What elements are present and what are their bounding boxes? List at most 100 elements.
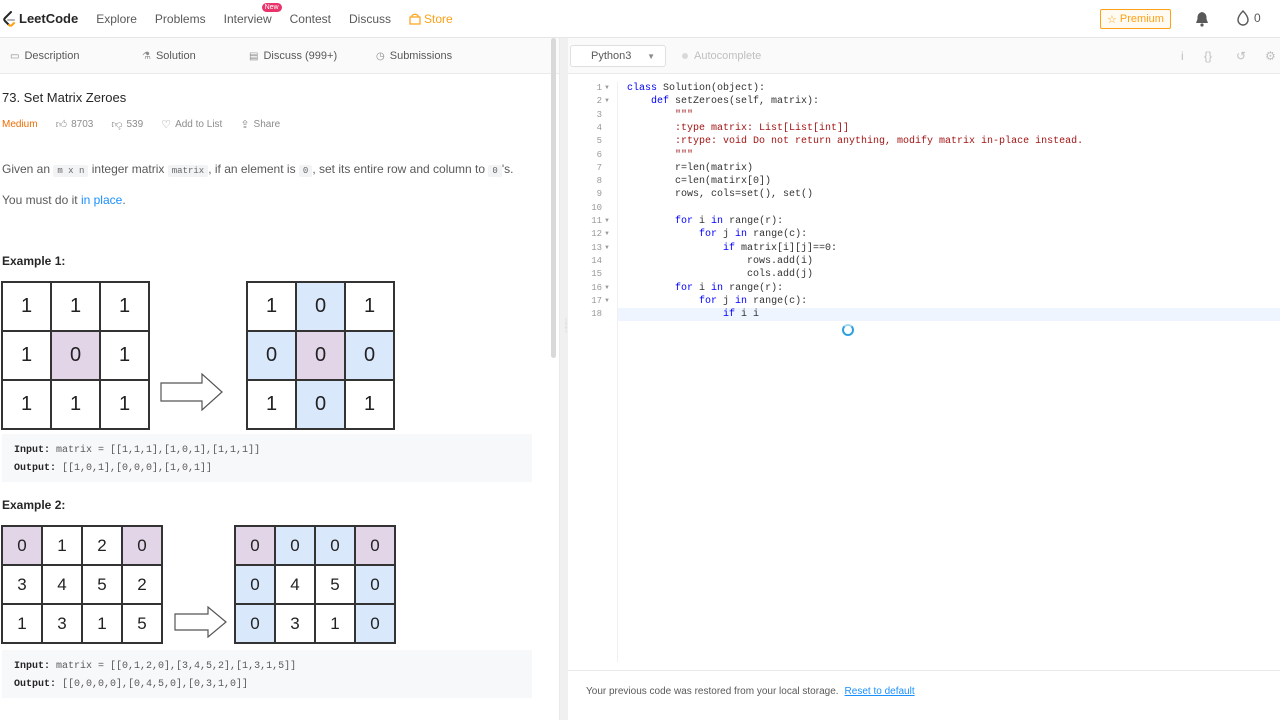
matrix-cell: 1 [345,282,394,331]
must-period: . [122,193,126,207]
loading-spinner-icon [842,324,854,336]
matrix-cell: 0 [51,331,100,380]
code-line: :rtype: void Do not return anything, mod… [627,136,1084,148]
matrix-cell: 1 [100,331,149,380]
language-label: Python3 [591,50,632,62]
dislike-count: 539 [126,119,144,130]
matrix-cell: 3 [42,604,82,643]
dislike-button[interactable]: 👎︎ 539 [111,118,143,131]
nav-store[interactable]: Store [409,12,453,26]
nav-explore[interactable]: Explore [96,12,137,26]
description-scrollbar[interactable] [551,38,556,358]
document-icon: ▭ [10,50,20,62]
flask-icon: ⚗ [142,50,151,62]
premium-button[interactable]: ☆ Premium [1100,9,1171,29]
example-2-input-value: matrix = [[0,1,2,0],[3,4,5,2],[1,3,1,5]] [56,661,297,672]
matrix-cell: 4 [42,565,82,604]
code-line: cols.add(j) [627,269,814,281]
matrix-cell: 0 [296,282,345,331]
tab-discuss[interactable]: ▤ Discuss (999+) [249,50,337,62]
tab-submissions[interactable]: ◷ Submissions [376,50,452,62]
matrix-cell: 0 [315,526,355,565]
reset-to-default-link[interactable]: Reset to default [845,686,915,697]
code-line: r=len(matrix) [627,162,754,174]
difficulty-badge: Medium [2,119,38,130]
reset-icon[interactable]: ↺ [1236,49,1246,63]
matrix-cell: 1 [82,604,122,643]
desc-code-zero-2: 0 [488,165,502,177]
example-2-input-label: Input: [14,661,51,672]
code-line: rows.add(i) [627,255,814,267]
like-button[interactable]: 👍︎ 8703 [56,118,94,131]
toggle-dot-icon [682,53,688,59]
restore-bar: Your previous code was restored from you… [568,670,1280,712]
code-line: class Solution(object): [627,83,766,94]
desc-code-matrix: matrix [167,165,209,177]
matrix-cell: 1 [2,380,51,429]
leetcode-logo[interactable]: LeetCode [2,10,79,27]
matrix-cell: 0 [235,526,275,565]
example-2-output-grid: 000004500310 [234,525,396,644]
example-2-io: Input: matrix = [[0,1,2,0],[3,4,5,2],[1,… [2,650,532,698]
tab-description[interactable]: ▭ Description [10,50,79,62]
code-line: if matrix[i][j]==0: [723,242,838,254]
thumbs-up-icon: 👍︎ [55,119,68,131]
autocomplete-toggle[interactable]: Autocomplete [682,50,761,62]
matrix-cell: 3 [2,565,42,604]
code-line: def setZeroes(self, matrix): [651,96,820,108]
matrix-cell: 1 [100,380,149,429]
matrix-cell: 0 [235,604,275,643]
nav-problems[interactable]: Problems [155,12,206,26]
premium-label: Premium [1119,13,1164,25]
add-to-list-button[interactable]: ♡ Add to List [161,118,222,131]
points-display[interactable]: 0 [1236,10,1261,26]
example-1-io: Input: matrix = [[1,1,1],[1,0,1],[1,1,1]… [2,434,532,482]
desc-text-3: , if an element is [208,162,296,176]
logo-text: LeetCode [19,11,79,26]
language-select[interactable]: Python3 ▼ [570,45,666,67]
code-line: """ [627,149,694,161]
in-place-link[interactable]: in place [81,193,122,207]
matrix-cell: 0 [235,565,275,604]
matrix-cell: 0 [355,604,395,643]
share-button[interactable]: ⇪ Share [240,118,280,131]
code-line: for i in range(r): [675,282,784,294]
arrow-right-icon [160,373,223,411]
desc-text-1: Given an [2,162,51,176]
example-1-output-grid: 101000101 [246,281,395,430]
matrix-cell: 0 [296,331,345,380]
bell-icon[interactable] [1195,11,1209,27]
tab-submissions-label: Submissions [389,50,453,62]
code-line: if i i [723,309,760,321]
share-label: Share [253,119,281,130]
pane-divider[interactable] [560,38,568,720]
chevron-down-icon: ▼ [647,51,655,61]
matrix-cell: 2 [122,565,162,604]
tab-solution[interactable]: ⚗ Solution [142,50,196,62]
code-line: rows, cols=set(), set() [627,189,814,201]
settings-icon[interactable]: ⚙ [1265,49,1276,63]
matrix-cell: 0 [2,526,42,565]
desc-text-5: 's. [501,162,514,176]
matrix-cell: 0 [345,331,394,380]
matrix-cell: 1 [2,282,51,331]
matrix-cell: 2 [82,526,122,565]
code-line: for j in range(c): [699,295,808,307]
matrix-cell: 0 [355,526,395,565]
desc-code-dims: m x n [53,165,89,177]
desc-text-2: integer matrix [91,162,165,176]
problem-title: 73. Set Matrix Zeroes [2,90,127,105]
nav-interview[interactable]: Interview New [224,2,282,26]
code-editor[interactable]: class Solution(object): def setZeroes(se… [568,82,1280,662]
nav-contest[interactable]: Contest [290,12,331,26]
editor-toolbar: Python3 ▼ Autocomplete i {} ↺ ⚙ [568,38,1280,74]
nav-discuss[interactable]: Discuss [349,12,391,26]
matrix-cell: 1 [247,282,296,331]
braces-icon[interactable]: {} [1204,49,1212,63]
example-1-input-value: matrix = [[1,1,1],[1,0,1],[1,1,1]] [56,445,261,456]
in-place-note: You must do it in place. [2,193,126,207]
matrix-cell: 1 [51,282,100,331]
info-icon[interactable]: i [1181,49,1184,63]
tab-discuss-label: Discuss (999+) [263,50,338,62]
matrix-cell: 0 [296,380,345,429]
